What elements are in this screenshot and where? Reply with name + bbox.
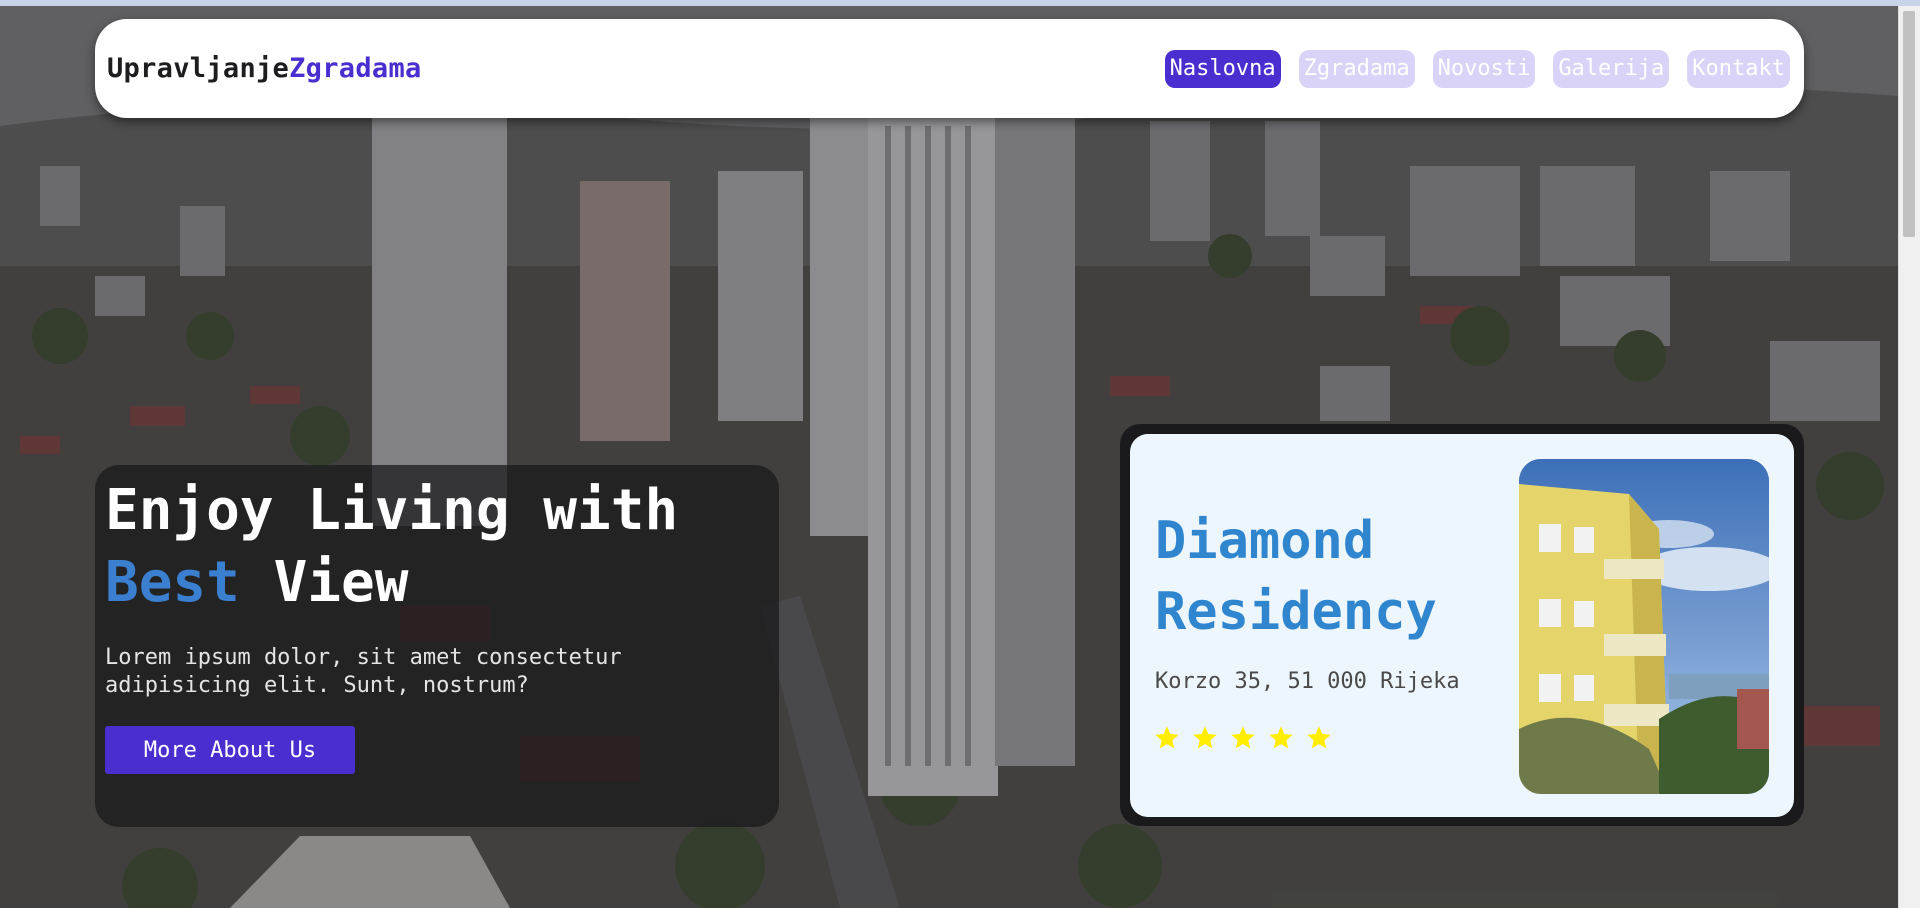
property-name: Diamond Residency <box>1155 511 1437 642</box>
hero-intro-panel: Enjoy Living with Best View Lorem ipsum … <box>95 465 779 827</box>
star-icon <box>1231 726 1255 749</box>
nav-item-novosti[interactable]: Novosti <box>1432 49 1536 88</box>
main-nav: Naslovna Zgradama Novosti Galerija Konta… <box>1164 49 1790 88</box>
hero-description: Lorem ipsum dolor, sit amet consectetur … <box>105 645 622 698</box>
star-icon <box>1269 726 1293 749</box>
nav-item-galerija[interactable]: Galerija <box>1553 49 1670 88</box>
property-card[interactable]: Diamond Residency Korzo 35, 51 000 Rijek… <box>1130 434 1794 817</box>
hero-title-highlight: Best <box>105 550 240 615</box>
nav-item-naslovna[interactable]: Naslovna <box>1164 49 1281 88</box>
property-photo <box>1519 459 1769 794</box>
page-scrollbar[interactable] <box>1898 6 1920 908</box>
hero-title-line1: Enjoy Living with <box>105 478 679 543</box>
nav-item-zgradama[interactable]: Zgradama <box>1298 49 1415 88</box>
logo-part1: Upravljanje <box>107 53 290 84</box>
scrollbar-thumb[interactable] <box>1903 11 1915 237</box>
logo-part2: Zgradama <box>289 53 422 84</box>
hero-title-rest: View <box>239 550 409 615</box>
more-about-us-button[interactable]: More About Us <box>105 726 355 774</box>
property-card-frame: Diamond Residency Korzo 35, 51 000 Rijek… <box>1120 424 1804 826</box>
rating-stars <box>1153 724 1333 752</box>
nav-item-kontakt[interactable]: Kontakt <box>1687 49 1790 88</box>
star-icon <box>1193 726 1217 749</box>
hero-title: Enjoy Living with Best View <box>105 475 769 619</box>
top-navbar: UpravljanjeZgradama Naslovna Zgradama No… <box>95 19 1804 118</box>
site-logo[interactable]: UpravljanjeZgradama <box>107 53 422 84</box>
star-icon <box>1155 726 1179 749</box>
star-icon <box>1307 726 1331 749</box>
property-address: Korzo 35, 51 000 Rijeka <box>1155 669 1460 694</box>
